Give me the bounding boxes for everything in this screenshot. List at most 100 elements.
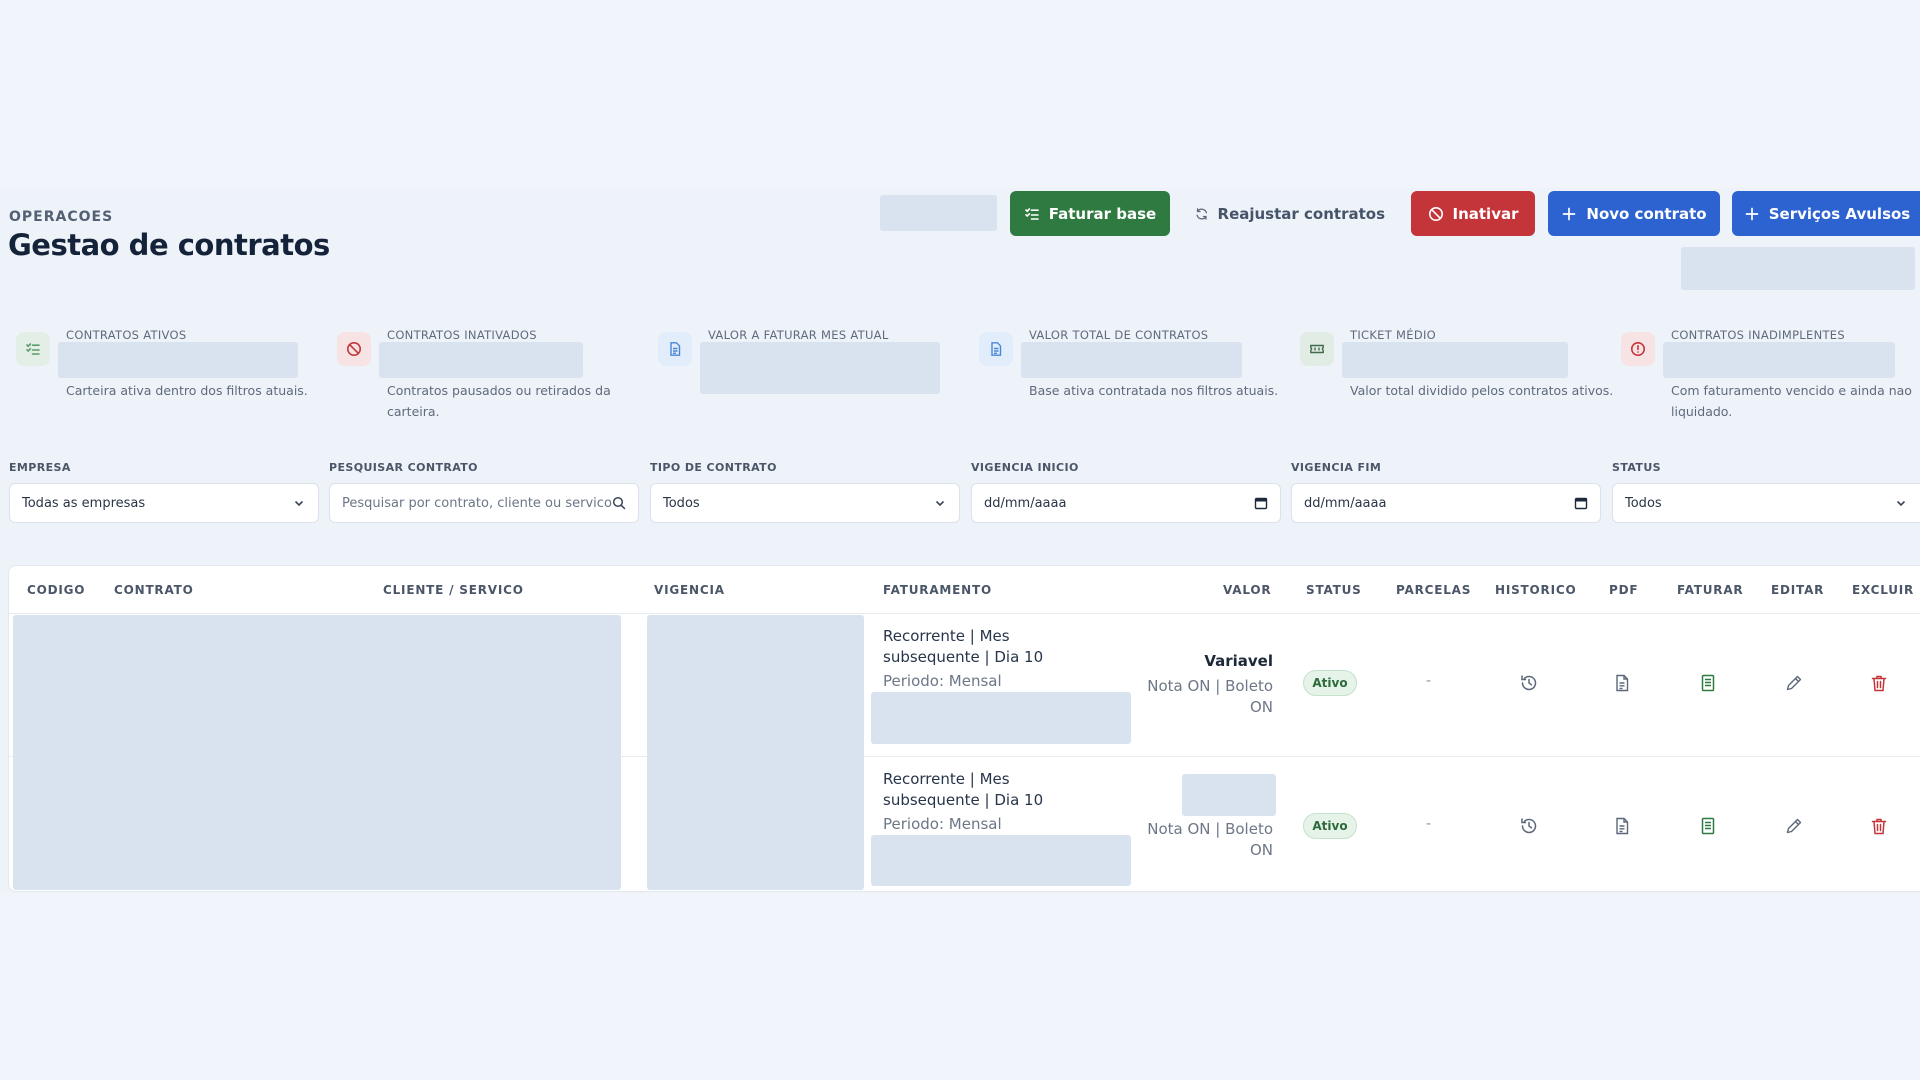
kpi-description: Com faturamento vencido e ainda nao liqu… — [1671, 383, 1912, 419]
faturamento-line: subsequente | Dia 10 — [883, 648, 1044, 666]
kpi-contratos-ativos: CONTRATOS ATIVOS Carteira ativa dentro d… — [12, 328, 322, 418]
faturar-button[interactable] — [1697, 815, 1719, 837]
parcelas-text: - — [1426, 673, 1432, 689]
nota-boleto-line: ON — [1249, 841, 1273, 859]
edit-button[interactable] — [1783, 815, 1805, 837]
kpi-description: Contratos pausados ou retirados da carte… — [387, 383, 611, 419]
ban-icon — [1428, 206, 1443, 221]
column-header-faturar: FATURAR — [1677, 583, 1744, 597]
faturar-button[interactable] — [1697, 672, 1719, 694]
alert-circle-icon — [1631, 342, 1645, 356]
history-button[interactable] — [1518, 815, 1540, 837]
empresa-select-value: Todas as empresas — [22, 495, 146, 511]
status-select-value: Todos — [1625, 495, 1662, 511]
history-button[interactable] — [1518, 672, 1540, 694]
filter-vigencia-inicio: VIGENCIA INICIO dd/mm/aaaa — [971, 461, 1281, 523]
pdf-button[interactable] — [1611, 815, 1633, 837]
vigencia-placeholder — [647, 615, 864, 890]
plus-icon — [1745, 207, 1759, 220]
header-divider — [9, 613, 1920, 614]
faturamento-line: subsequente | Dia 10 — [883, 791, 1044, 809]
pencil-icon — [1786, 818, 1802, 834]
faturamento-placeholder — [871, 692, 1131, 744]
inativar-button[interactable]: Inativar — [1411, 191, 1535, 236]
kpi-label: VALOR A FATURAR MES ATUAL — [708, 328, 889, 342]
faturar-base-label: Faturar base — [1048, 204, 1157, 223]
filter-label: EMPRESA — [9, 461, 71, 474]
tipo-contrato-value: Todos — [663, 495, 700, 511]
calendar-icon[interactable] — [1254, 496, 1268, 510]
trash-icon — [1871, 818, 1887, 835]
pencil-icon — [1786, 675, 1802, 691]
filter-status: STATUS Todos — [1612, 461, 1920, 523]
filter-label: STATUS — [1612, 461, 1661, 474]
kpi-contratos-inadimplentes: CONTRATOS INADIMPLENTES Com faturamento … — [1617, 328, 1920, 419]
pdf-button[interactable] — [1611, 672, 1633, 694]
kpi-value — [1342, 342, 1568, 378]
periodo-text: Periodo: Mensal — [883, 672, 1002, 690]
nota-boleto-line: Nota ON | Boleto — [1147, 820, 1273, 838]
history-icon — [1521, 818, 1537, 834]
faturamento-line: Recorrente | Mes — [883, 627, 1010, 645]
reajustar-contratos-button[interactable]: Reajustar contratos — [1195, 191, 1385, 236]
delete-button[interactable] — [1868, 815, 1890, 837]
refresh-icon — [1196, 207, 1208, 220]
servicos-avulsos-button[interactable]: Serviços Avulsos — [1732, 191, 1920, 236]
edit-button[interactable] — [1783, 672, 1805, 694]
filter-empresa: EMPRESA Todas as empresas — [9, 461, 319, 523]
periodo-text: Periodo: Mensal — [883, 815, 1002, 833]
search-placeholder: Pesquisar por contrato, cliente ou servi… — [342, 495, 612, 511]
kpi-valor-total-contratos: VALOR TOTAL DE CONTRATOS Base ativa cont… — [975, 328, 1285, 418]
filter-label: VIGENCIA INICIO — [971, 461, 1079, 474]
kpi-valor-faturar-mes: VALOR A FATURAR MES ATUAL — [654, 328, 964, 418]
vigencia-fim-input[interactable]: dd/mm/aaaa — [1291, 483, 1601, 523]
calendar-icon[interactable] — [1574, 496, 1588, 510]
column-header-contrato: CONTRATO — [114, 583, 194, 597]
delete-button[interactable] — [1868, 672, 1890, 694]
status-badge: Ativo — [1303, 813, 1357, 839]
column-header-valor: VALOR — [1223, 583, 1272, 597]
filter-pesquisar: PESQUISAR CONTRATO Pesquisar por contrat… — [329, 461, 639, 523]
kpi-ticket-medio: TICKET MÉDIO Valor total dividido pelos … — [1296, 328, 1613, 418]
pdf-document-icon — [1616, 817, 1629, 835]
servicos-avulsos-label: Serviços Avulsos — [1768, 204, 1911, 223]
filter-label: PESQUISAR CONTRATO — [329, 461, 478, 474]
novo-contrato-label: Novo contrato — [1586, 204, 1707, 223]
novo-contrato-button[interactable]: Novo contrato — [1548, 191, 1720, 236]
column-header-pdf: PDF — [1609, 583, 1639, 597]
search-icon[interactable] — [612, 496, 626, 510]
faturamento-placeholder — [871, 835, 1131, 886]
document-icon — [670, 342, 681, 356]
nota-boleto-line: Nota ON | Boleto — [1147, 677, 1273, 695]
kpi-description: Carteira ativa dentro dos filtros atuais… — [66, 383, 308, 398]
vigencia-inicio-value: dd/mm/aaaa — [984, 495, 1067, 511]
kpi-label: CONTRATOS ATIVOS — [66, 328, 187, 342]
invoice-icon — [1701, 674, 1715, 692]
document-icon — [991, 342, 1002, 356]
filter-tipo-contrato: TIPO DE CONTRATO Todos — [650, 461, 960, 523]
page-eyebrow: OPERACOES — [9, 209, 114, 225]
vigencia-inicio-input[interactable]: dd/mm/aaaa — [971, 483, 1281, 523]
column-header-status: STATUS — [1306, 583, 1362, 597]
faturar-base-button[interactable]: Faturar base — [1010, 191, 1170, 236]
nota-boleto-line: ON — [1249, 698, 1273, 716]
column-header-excluir: EXCLUIR — [1852, 583, 1915, 597]
empresa-select[interactable]: Todas as empresas — [9, 483, 319, 523]
status-select[interactable]: Todos — [1612, 483, 1920, 523]
ban-icon — [347, 342, 361, 356]
kpi-value — [58, 342, 298, 378]
app-root: OPERACOES Gestao de contratos Faturar ba… — [0, 0, 1920, 1080]
invoice-icon — [1701, 817, 1715, 835]
search-input[interactable]: Pesquisar por contrato, cliente ou servi… — [329, 483, 639, 523]
status-badge: Ativo — [1303, 670, 1357, 696]
kpi-label: VALOR TOTAL DE CONTRATOS — [1029, 328, 1209, 342]
inativar-label: Inativar — [1452, 204, 1519, 223]
parcelas-text: - — [1426, 816, 1432, 832]
trash-icon — [1871, 675, 1887, 692]
faturamento-line: Recorrente | Mes — [883, 770, 1010, 788]
checklist-icon — [1024, 207, 1039, 220]
vigencia-fim-value: dd/mm/aaaa — [1304, 495, 1387, 511]
kpi-label: CONTRATOS INADIMPLENTES — [1671, 328, 1845, 342]
tipo-contrato-select[interactable]: Todos — [650, 483, 960, 523]
chevron-down-icon — [1896, 500, 1906, 507]
